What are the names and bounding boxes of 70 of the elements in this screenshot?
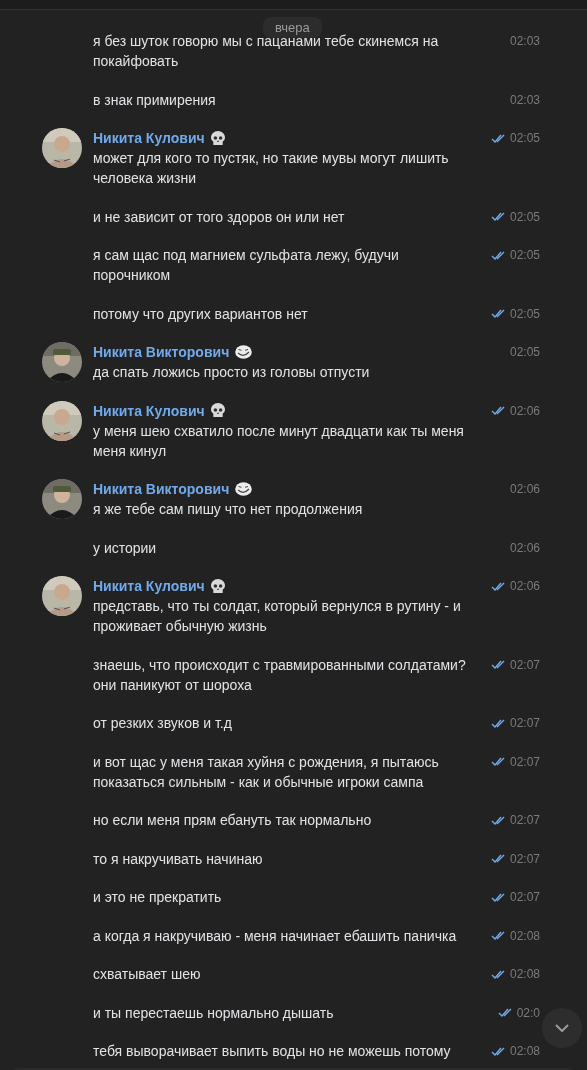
message-time: 02:07	[509, 754, 540, 769]
author-name[interactable]: Никита Кулович	[93, 402, 205, 419]
double-check-icon	[497, 1008, 514, 1017]
skull-icon	[210, 130, 225, 146]
message-text: то я накручивать начинаю	[93, 849, 264, 869]
message-text: представь, что ты солдат, который вернулся в рутину - и проживает обычную жизнь	[93, 597, 462, 636]
message-time: 02:06	[509, 482, 540, 496]
skull-icon	[210, 403, 225, 418]
message-time: 02:05	[509, 345, 540, 359]
message-time: 02:07	[509, 890, 540, 904]
author-name[interactable]: Никита Кулович	[93, 578, 205, 594]
message-text: может для кого то пустяк, но такие мувы могут лишить человека жизни	[93, 149, 450, 188]
double-check-icon	[490, 133, 507, 143]
message-time: 02:08	[509, 928, 540, 943]
message-time: 02:06	[509, 579, 540, 593]
message-text: потому что других вариантов нет	[93, 304, 309, 324]
message-time: 02:06	[509, 403, 540, 418]
message-text: схватывает шею	[93, 965, 202, 984]
message-time: 02:03	[509, 34, 540, 48]
double-check-icon	[490, 309, 507, 318]
double-check-icon	[490, 660, 507, 669]
double-check-icon	[490, 581, 507, 591]
message-text: у истории	[93, 538, 158, 558]
message-text: знаешь, что происходит с травмированными солдатами? они паникуют от шороха	[93, 655, 467, 695]
message-time: 02:07	[509, 657, 540, 672]
double-check-icon	[490, 250, 507, 260]
author-name[interactable]: Никита Викторович	[93, 344, 230, 360]
date-badge: вчера	[263, 17, 322, 38]
message-text: и это не прекратить	[93, 888, 223, 907]
troll-face-icon	[235, 345, 253, 359]
message-text: от резких звуков и т.д	[93, 714, 233, 733]
author-name[interactable]: Никита Кулович	[93, 130, 205, 146]
scroll-down-button[interactable]	[542, 1008, 582, 1048]
message-text: но если меня прям ебануть так нормально	[93, 811, 373, 830]
double-check-icon	[490, 969, 507, 979]
double-check-icon	[490, 406, 507, 415]
message-time: 02:06	[509, 540, 540, 555]
double-check-icon	[490, 931, 507, 940]
message-time: 02:0	[516, 1005, 540, 1020]
message-text: тебя выворачивает выпить воды но не можешь потому	[93, 1042, 452, 1061]
double-check-icon	[490, 892, 507, 902]
double-check-icon	[490, 1046, 507, 1056]
message-time: 02:07	[509, 716, 540, 730]
message-time: 02:03	[509, 92, 540, 107]
message-text: а когда я накручиваю - меня начинает ебашить паничка	[93, 926, 458, 946]
message-time: 02:08	[509, 1044, 540, 1058]
message-text: в знак примирения	[93, 90, 217, 110]
message-time: 02:07	[509, 851, 540, 866]
skull-icon	[210, 578, 225, 594]
troll-face-icon	[235, 482, 253, 496]
message-time: 02:07	[509, 813, 540, 827]
message-time: 02:05	[509, 131, 540, 145]
double-check-icon	[490, 718, 507, 728]
message-text: и не зависит от того здоров он или нет	[93, 207, 346, 227]
message-time: 02:05	[509, 209, 540, 224]
chevron-down-icon	[555, 1024, 569, 1032]
message-text: у меня шею схватило после минут двадцати как ты меня меня кинул	[93, 421, 465, 461]
message-time: 02:05	[509, 248, 540, 262]
message-time: 02:05	[509, 306, 540, 321]
message-text: и ты перестаешь нормально дышать	[93, 1003, 335, 1023]
message-text: и вот щас у меня такая хуйня с рождения, я пытаюсь показаться сильным - как и обычные игроки сампа	[93, 752, 440, 792]
double-check-icon	[490, 854, 507, 863]
author-name[interactable]: Никита Викторович	[93, 481, 230, 497]
double-check-icon	[490, 212, 507, 221]
message-time: 02:08	[509, 967, 540, 981]
message-text: я сам щас под магнием сульфата лежу, будучи порочником	[93, 246, 400, 285]
message-text: я же тебе сам пишу что нет продолжения	[93, 500, 364, 519]
double-check-icon	[490, 815, 507, 825]
message-text: да спать ложись просто из головы отпусти	[93, 363, 371, 382]
double-check-icon	[490, 757, 507, 766]
